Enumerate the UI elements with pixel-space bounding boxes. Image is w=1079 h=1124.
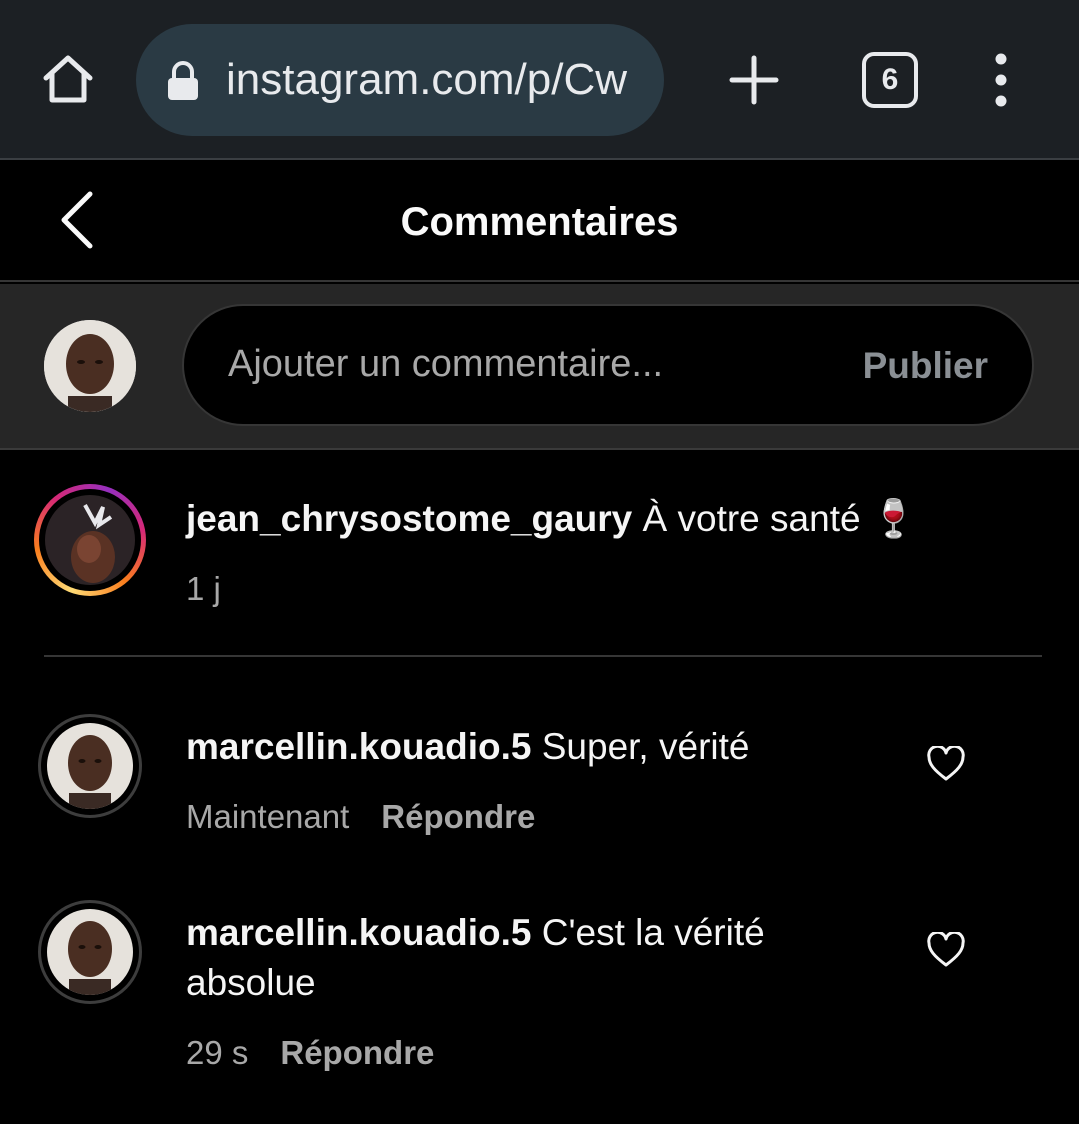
caption-timestamp: 1 j (186, 570, 221, 607)
divider (44, 655, 1042, 657)
home-icon[interactable] (36, 48, 100, 112)
kebab-menu-icon[interactable] (980, 52, 1022, 108)
heart-icon[interactable] (926, 930, 966, 968)
post-caption: jean_chrysostome_gaury À votre santé 🍷 1… (0, 452, 1079, 657)
publish-button[interactable]: Publier (863, 338, 988, 394)
reply-button[interactable]: Répondre (280, 1034, 434, 1071)
comment-timestamp: 29 s (186, 1034, 249, 1071)
avatar (45, 495, 135, 585)
comment-compose-bar: Publier (0, 284, 1079, 450)
comment-input-box: Publier (182, 304, 1034, 426)
browser-toolbar: instagram.com/p/Cw 6 (0, 0, 1079, 160)
url-text: instagram.com/p/Cw (226, 55, 628, 104)
comment-body: Super, vérité (541, 726, 750, 767)
story-ring[interactable] (34, 484, 146, 596)
comment-meta: Maintenant Répondre (186, 792, 535, 842)
page-title: Commentaires (400, 200, 679, 244)
caption-username[interactable]: jean_chrysostome_gaury (186, 498, 632, 539)
avatar (47, 723, 133, 809)
caption-body: À votre santé 🍷 (642, 498, 917, 539)
tabs-icon[interactable]: 6 (862, 52, 918, 108)
tab-count: 6 (862, 52, 918, 108)
avatar (44, 320, 136, 412)
caption-text: jean_chrysostome_gaury À votre santé 🍷 (186, 494, 1046, 544)
comment-text: marcellin.kouadio.5 C'est la vérité abso… (186, 908, 806, 1008)
comment-meta: 29 s Répondre (186, 1028, 434, 1078)
comment-timestamp: Maintenant (186, 798, 350, 835)
comment-username[interactable]: marcellin.kouadio.5 (186, 912, 531, 953)
avatar-ring[interactable] (38, 900, 142, 1004)
comment-username[interactable]: marcellin.kouadio.5 (186, 726, 531, 767)
comment-input[interactable] (228, 334, 828, 394)
comment-text: marcellin.kouadio.5 Super, vérité (186, 722, 866, 772)
comment-item: marcellin.kouadio.5 Super, vérité Mainte… (0, 700, 1079, 860)
avatar (47, 909, 133, 995)
address-bar[interactable]: instagram.com/p/Cw (136, 24, 664, 136)
comments-header: Commentaires (0, 160, 1079, 282)
reply-button[interactable]: Répondre (381, 798, 535, 835)
lock-icon (166, 60, 200, 102)
plus-icon[interactable] (724, 48, 784, 112)
heart-icon[interactable] (926, 744, 966, 782)
comment-item: marcellin.kouadio.5 C'est la vérité abso… (0, 886, 1079, 1096)
avatar-ring[interactable] (38, 714, 142, 818)
